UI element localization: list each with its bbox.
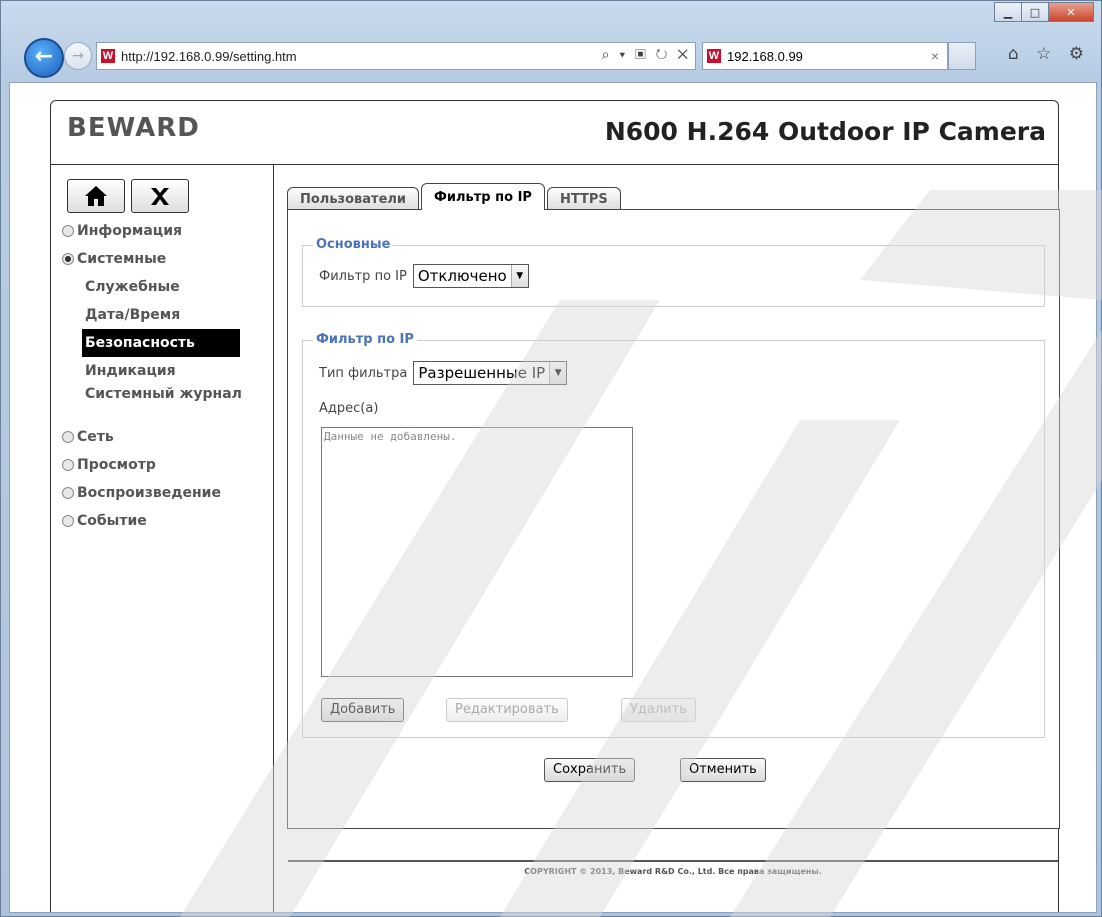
settings-content: Пользователи Фильтр по IP HTTPS Основные… bbox=[287, 183, 1060, 829]
site-favicon-icon: W bbox=[101, 49, 115, 63]
browser-window: ▁ □ ✕ ← → W http://192.168.0.99/setting.… bbox=[0, 0, 1102, 917]
address-list-empty: Данные не добавлены. bbox=[324, 430, 457, 443]
ip-filter-legend: Фильтр по IP bbox=[313, 332, 417, 347]
ip-filter-group: Фильтр по IP Тип фильтра Разрешенные IP … bbox=[302, 332, 1045, 738]
maximize-button[interactable]: □ bbox=[1021, 2, 1049, 22]
tab-ip-filter[interactable]: Фильтр по IP bbox=[421, 183, 545, 210]
settings-tabs: Пользователи Фильтр по IP HTTPS bbox=[287, 183, 623, 210]
camera-model-title: N600 H.264 Outdoor IP Camera bbox=[604, 117, 1046, 146]
sidebar-subitem-service[interactable]: Служебные bbox=[62, 273, 242, 301]
sidebar-subitem-datetime[interactable]: Дата/Время bbox=[62, 301, 242, 329]
sidebar-menu: Информация Системные Служебные Дата/Врем… bbox=[62, 217, 242, 535]
radio-icon bbox=[62, 431, 74, 443]
close-button[interactable]: ✕ bbox=[1048, 2, 1094, 22]
address-tools[interactable]: ⌕ ▾ ▣ ↻ ✕ bbox=[602, 46, 691, 63]
radio-icon bbox=[62, 459, 74, 471]
browser-tools[interactable]: ⌂ ☆ ⚙ bbox=[1008, 44, 1090, 64]
sidebar-item-label: Просмотр bbox=[77, 457, 156, 473]
edit-button[interactable]: Редактировать bbox=[446, 698, 568, 722]
filter-type-select[interactable]: Разрешенные IP ▼ bbox=[413, 361, 568, 385]
basic-legend: Основные bbox=[313, 237, 394, 252]
footer-divider bbox=[288, 860, 1058, 862]
home-button[interactable] bbox=[67, 179, 125, 213]
settings-button[interactable] bbox=[131, 179, 189, 213]
page-viewport: BEWARD N600 H.264 Outdoor IP Camera Инфо… bbox=[9, 82, 1097, 913]
tab-favicon-icon: W bbox=[707, 49, 721, 63]
sidebar-item-playback[interactable]: Воспроизведение bbox=[62, 479, 242, 507]
forward-button[interactable]: → bbox=[64, 42, 92, 70]
sidebar: Информация Системные Служебные Дата/Врем… bbox=[51, 165, 274, 912]
address-label: Адрес(а) bbox=[319, 401, 379, 416]
filter-type-value: Разрешенные IP bbox=[418, 364, 546, 382]
new-tab-button[interactable] bbox=[948, 42, 976, 70]
radio-icon bbox=[62, 515, 74, 527]
tab-https[interactable]: HTTPS bbox=[546, 187, 621, 210]
sidebar-item-event[interactable]: Событие bbox=[62, 507, 242, 535]
sidebar-item-label: Событие bbox=[77, 513, 147, 529]
page-header: BEWARD N600 H.264 Outdoor IP Camera bbox=[51, 101, 1058, 165]
ip-filter-label: Фильтр по IP bbox=[319, 268, 407, 284]
tab-users[interactable]: Пользователи bbox=[287, 187, 420, 210]
home-icon bbox=[85, 186, 107, 206]
sidebar-subitem-indication[interactable]: Индикация bbox=[62, 357, 242, 385]
dropdown-arrow-icon: ▼ bbox=[549, 362, 567, 384]
ip-filter-select[interactable]: Отключено ▼ bbox=[412, 264, 529, 288]
sidebar-item-label: Информация bbox=[77, 223, 182, 239]
beward-logo: BEWARD bbox=[67, 113, 200, 143]
back-button[interactable]: ← bbox=[24, 38, 64, 78]
sidebar-subitem-syslog[interactable]: Системный журнал bbox=[62, 385, 242, 423]
sidebar-subitem-security[interactable]: Безопасность bbox=[82, 329, 240, 357]
delete-button[interactable]: Удалить bbox=[621, 698, 696, 722]
tab-title: 192.168.0.99 bbox=[727, 48, 803, 64]
browser-tab[interactable]: W 192.168.0.99 × bbox=[702, 42, 948, 70]
copyright: COPYRIGHT © 2013, Beward R&D Co., Ltd. В… bbox=[524, 867, 822, 876]
sidebar-item-label: Сеть bbox=[77, 429, 114, 445]
window-controls: ▁ □ ✕ bbox=[994, 2, 1094, 22]
save-button[interactable]: Сохранить bbox=[544, 758, 636, 782]
radio-icon bbox=[62, 487, 74, 499]
sidebar-item-system[interactable]: Системные bbox=[62, 245, 242, 273]
sidebar-item-view[interactable]: Просмотр bbox=[62, 451, 242, 479]
radio-selected-icon bbox=[62, 253, 74, 265]
radio-icon bbox=[62, 225, 74, 237]
address-list[interactable]: Данные не добавлены. bbox=[321, 427, 633, 677]
sidebar-item-label: Системные bbox=[77, 251, 167, 267]
cancel-button[interactable]: Отменить bbox=[680, 758, 766, 782]
add-button[interactable]: Добавить bbox=[321, 698, 405, 722]
address-bar[interactable]: W http://192.168.0.99/setting.htm ⌕ ▾ ▣ … bbox=[96, 42, 696, 70]
basic-group: Основные Фильтр по IP Отключено ▼ bbox=[302, 237, 1045, 307]
sidebar-item-info[interactable]: Информация bbox=[62, 217, 242, 245]
tab-close-icon[interactable]: × bbox=[931, 48, 939, 64]
ip-filter-value: Отключено bbox=[417, 267, 507, 285]
dropdown-arrow-icon: ▼ bbox=[510, 265, 528, 287]
filter-type-label: Тип фильтра bbox=[319, 365, 408, 381]
sidebar-item-network[interactable]: Сеть bbox=[62, 423, 242, 451]
url-text: http://192.168.0.99/setting.htm bbox=[121, 48, 297, 64]
settings-panel: Основные Фильтр по IP Отключено ▼ Фильтр… bbox=[287, 209, 1060, 829]
tools-icon bbox=[151, 188, 169, 205]
sidebar-item-label: Воспроизведение bbox=[77, 485, 221, 501]
browser-toolbar: ← → W http://192.168.0.99/setting.htm ⌕ … bbox=[0, 26, 1102, 82]
minimize-button[interactable]: ▁ bbox=[994, 2, 1022, 22]
